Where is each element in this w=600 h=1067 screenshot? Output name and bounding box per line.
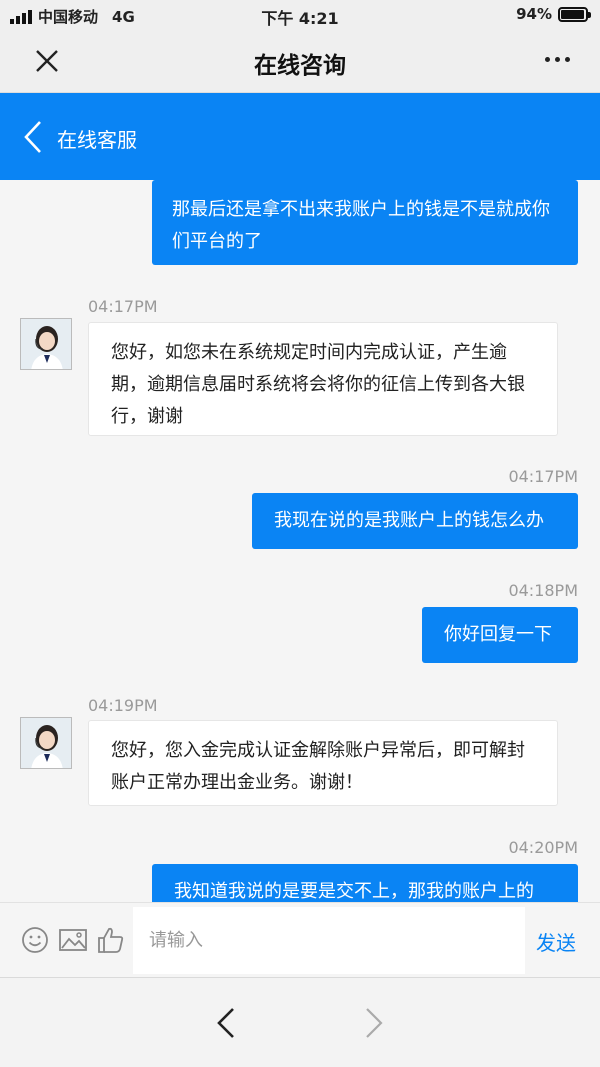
send-button[interactable]: 发送 xyxy=(536,927,576,956)
message-timestamp: 04:20PM xyxy=(508,838,578,857)
status-bar: 中国移动 4G 下午 4:21 94% xyxy=(0,0,600,30)
message-text: 你好回复一下 xyxy=(444,624,552,645)
page-title: 在线咨询 xyxy=(254,53,346,79)
top-nav-bar: 在线咨询 xyxy=(0,30,600,93)
agent-avatar-image xyxy=(21,319,71,369)
chevron-left-icon[interactable] xyxy=(22,119,44,155)
thumbs-up-icon[interactable] xyxy=(96,925,126,955)
status-right: 94% xyxy=(516,5,591,23)
message-text: 我现在说的是我账户上的钱怎么办 xyxy=(274,510,544,531)
message-text: 那最后还是拿不出来我账户上的钱是不是就成你们平台的了 xyxy=(172,199,550,252)
incoming-message: 您好，您入金完成认证金解除账户异常后，即可解封账户正常办理出金业务。谢谢！ xyxy=(88,720,558,806)
chat-header: 在线客服 xyxy=(0,93,600,180)
status-time: 下午 4:21 xyxy=(261,9,339,28)
more-icon[interactable] xyxy=(545,57,570,62)
message-input[interactable] xyxy=(133,907,525,974)
outgoing-message: 我知道我说的是要是交不上，那我的账户上的 xyxy=(152,864,578,902)
outgoing-message: 那最后还是拿不出来我账户上的钱是不是就成你们平台的了 xyxy=(152,180,578,265)
message-timestamp: 04:19PM xyxy=(88,696,158,715)
message-timestamp: 04:17PM xyxy=(88,297,158,316)
chevron-left-icon[interactable] xyxy=(214,1006,238,1040)
incoming-message: 您好，如您未在系统规定时间内完成认证，产生逾期，逾期信息届时系统将会将你的征信上… xyxy=(88,322,558,436)
emoji-icon[interactable] xyxy=(20,925,50,955)
battery-percent: 94% xyxy=(516,5,552,23)
message-timestamp: 04:18PM xyxy=(508,581,578,600)
agent-avatar xyxy=(20,318,72,370)
message-text: 您好，您入金完成认证金解除账户异常后，即可解封账户正常办理出金业务。谢谢！ xyxy=(111,740,525,793)
chevron-right-icon[interactable] xyxy=(362,1006,386,1040)
message-text: 我知道我说的是要是交不上，那我的账户上的 xyxy=(174,881,534,902)
battery-icon xyxy=(558,6,591,22)
outgoing-message: 我现在说的是我账户上的钱怎么办 xyxy=(252,493,578,549)
message-composer: 发送 xyxy=(0,902,600,977)
message-text: 您好，如您未在系统规定时间内完成认证，产生逾期，逾期信息届时系统将会将你的征信上… xyxy=(111,342,525,427)
image-icon[interactable] xyxy=(58,925,88,955)
chat-header-title: 在线客服 xyxy=(57,128,137,152)
outgoing-message: 你好回复一下 xyxy=(422,607,578,663)
chat-message-list[interactable]: 那最后还是拿不出来我账户上的钱是不是就成你们平台的了 04:17PM 您好，如您… xyxy=(0,180,600,902)
agent-avatar-image xyxy=(21,718,71,768)
browser-nav-bar xyxy=(0,977,600,1067)
agent-avatar xyxy=(20,717,72,769)
message-timestamp: 04:17PM xyxy=(508,467,578,486)
